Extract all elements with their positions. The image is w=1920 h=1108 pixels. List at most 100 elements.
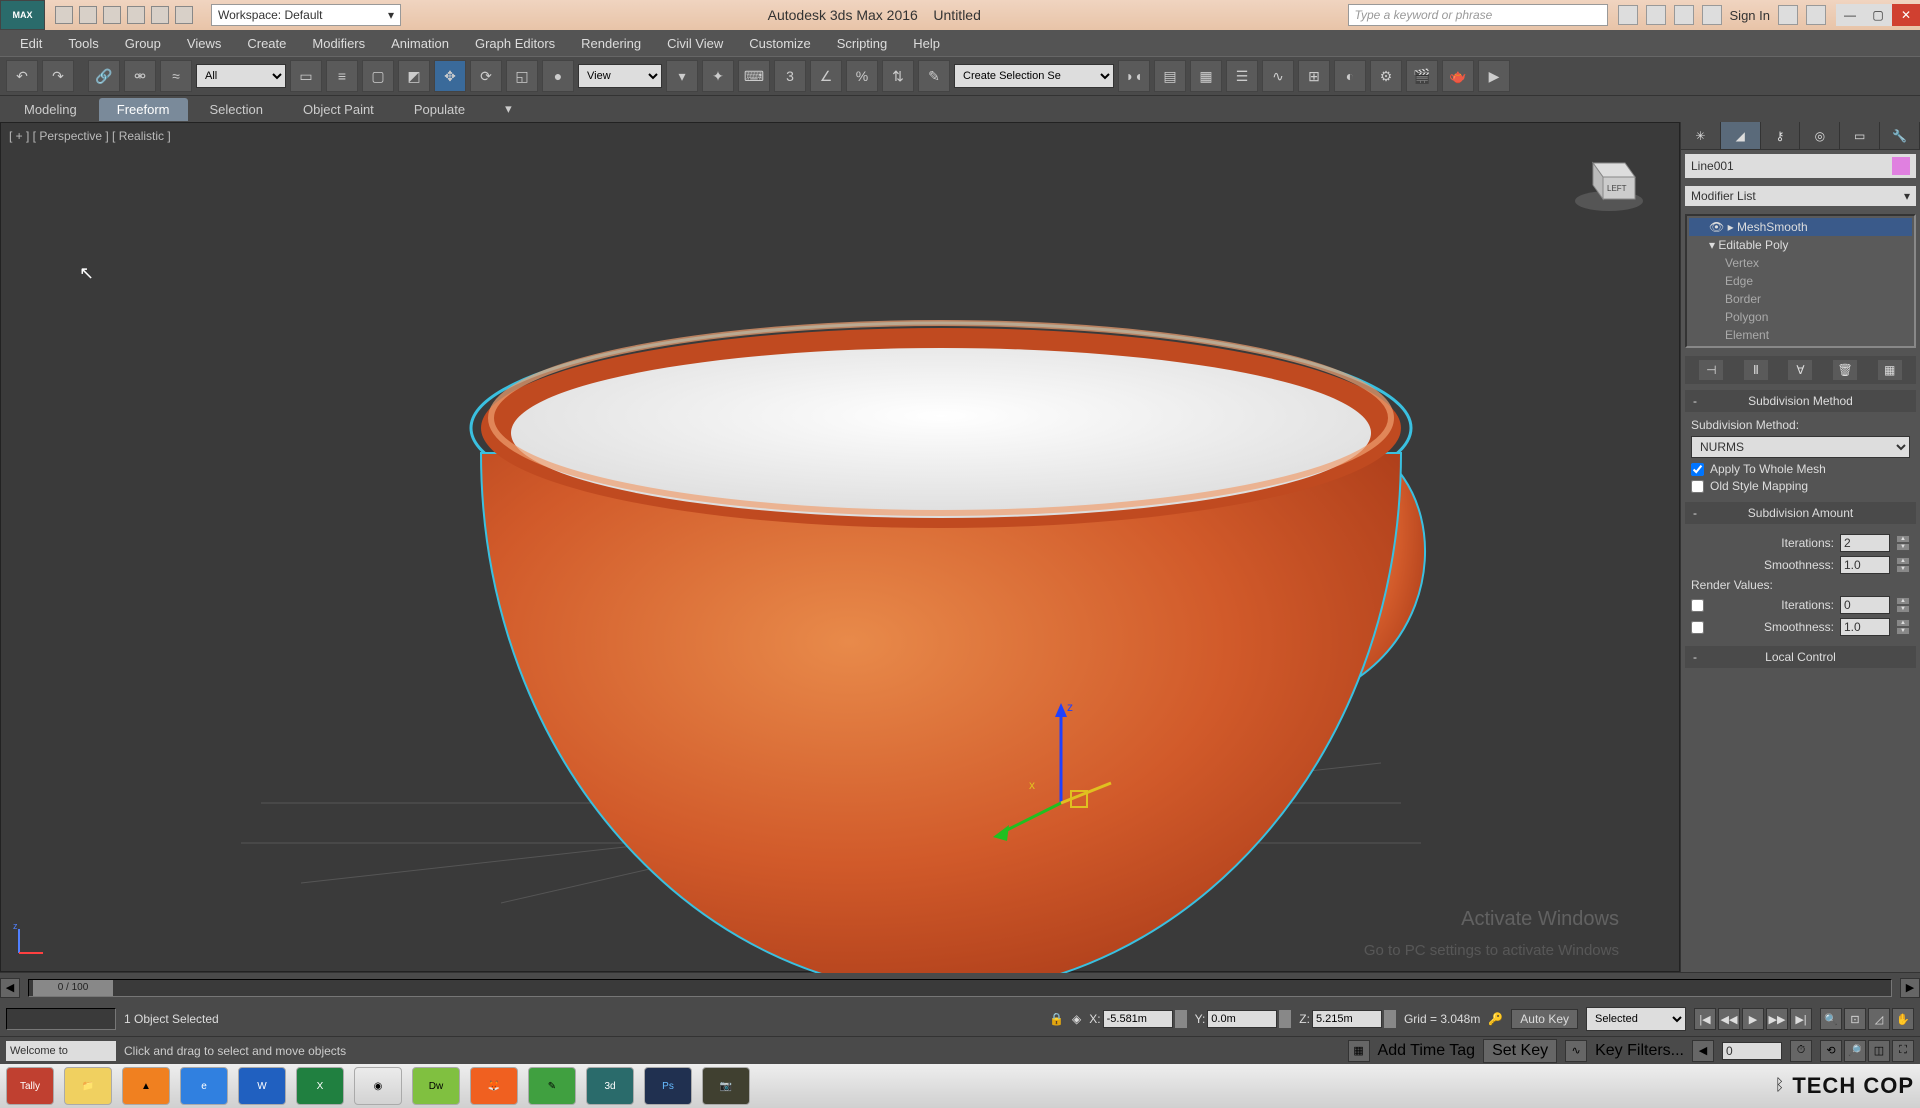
unlink-button[interactable]: ⚮ <box>124 60 156 92</box>
cp-tab-motion-icon[interactable]: ◎ <box>1800 122 1840 149</box>
curve-editor-button[interactable]: ∿ <box>1262 60 1294 92</box>
move-button[interactable]: ✥ <box>434 60 466 92</box>
render-frame-button[interactable]: 🎬 <box>1406 60 1438 92</box>
riter-up-icon[interactable]: ▲ <box>1896 597 1910 605</box>
help-icon[interactable] <box>1806 5 1826 25</box>
close-button[interactable]: ✕ <box>1892 4 1920 26</box>
y-field[interactable] <box>1207 1010 1277 1028</box>
current-frame-field[interactable] <box>1722 1042 1782 1060</box>
mirror-button[interactable]: ◗◖ <box>1118 60 1150 92</box>
snap-3-button[interactable]: 3 <box>774 60 806 92</box>
timeline-slider[interactable]: 0 / 100 <box>28 979 1892 997</box>
model-cup[interactable] <box>1 123 1681 973</box>
render-smooth-checkbox[interactable] <box>1691 621 1704 634</box>
taskbar-photoshop[interactable]: Ps <box>644 1067 692 1105</box>
iterations-field[interactable] <box>1840 534 1890 552</box>
smooth-down-icon[interactable]: ▼ <box>1896 565 1910 573</box>
modifier-stack[interactable]: 👁 ▸ MeshSmooth ▾ Editable Poly Vertex Ed… <box>1685 214 1916 348</box>
play-button[interactable]: ▶ <box>1742 1008 1764 1030</box>
stack-element[interactable]: Element <box>1689 326 1912 344</box>
menu-views[interactable]: Views <box>175 32 233 55</box>
track-tag[interactable] <box>6 1008 116 1030</box>
taskbar-firefox[interactable]: 🦊 <box>470 1067 518 1105</box>
setkey-button[interactable]: Set Key <box>1483 1039 1557 1063</box>
pivot-button[interactable]: ▾ <box>666 60 698 92</box>
qat-new-icon[interactable] <box>55 6 73 24</box>
spinner-snap-button[interactable]: ⇅ <box>882 60 914 92</box>
ref-coord-select[interactable]: View <box>578 64 662 88</box>
taskbar-excel[interactable]: X <box>296 1067 344 1105</box>
nav-zoom2-button[interactable]: 🔎 <box>1844 1040 1866 1062</box>
remove-mod-icon[interactable]: 🗑 <box>1833 360 1857 380</box>
teapot-render-button[interactable]: 🫖 <box>1442 60 1474 92</box>
nav-max-button[interactable]: ⛶ <box>1892 1040 1914 1062</box>
ribbon-objectpaint[interactable]: Object Paint <box>285 98 392 121</box>
subscription-icon[interactable] <box>1618 5 1638 25</box>
frame-back-icon[interactable]: ◀ <box>1692 1040 1714 1062</box>
nav-pan-button[interactable]: ✋ <box>1892 1008 1914 1030</box>
menu-modifiers[interactable]: Modifiers <box>300 32 377 55</box>
key-filter-select[interactable]: Selected <box>1586 1007 1686 1031</box>
rsmooth-up-icon[interactable]: ▲ <box>1896 619 1910 627</box>
smoothness-field[interactable] <box>1840 556 1890 574</box>
stack-border[interactable]: Border <box>1689 290 1912 308</box>
rollout-subdiv-amount[interactable]: Subdivision Amount <box>1685 502 1916 524</box>
menu-grapheditors[interactable]: Graph Editors <box>463 32 567 55</box>
lock-icon[interactable]: 🔒 <box>1049 1012 1064 1026</box>
select-by-name-button[interactable]: ≡ <box>326 60 358 92</box>
add-time-tag[interactable]: Add Time Tag <box>1378 1042 1476 1060</box>
taskbar-word[interactable]: W <box>238 1067 286 1105</box>
stack-editablepoly[interactable]: ▾ Editable Poly <box>1689 236 1912 254</box>
named-selection-select[interactable]: Create Selection Se <box>954 64 1114 88</box>
user-icon[interactable] <box>1702 5 1722 25</box>
menu-create[interactable]: Create <box>235 32 298 55</box>
taskbar-explorer[interactable]: 📁 <box>64 1067 112 1105</box>
goto-end-button[interactable]: ▶| <box>1790 1008 1812 1030</box>
nav-fov-button[interactable]: ◿ <box>1868 1008 1890 1030</box>
angle-snap-button[interactable]: ∠ <box>810 60 842 92</box>
align-button[interactable]: ▤ <box>1154 60 1186 92</box>
key-filters-link[interactable]: Key Filters... <box>1595 1042 1684 1060</box>
menu-animation[interactable]: Animation <box>379 32 461 55</box>
pin-stack-icon[interactable]: ⊣ <box>1699 360 1723 380</box>
menu-help[interactable]: Help <box>901 32 952 55</box>
cp-tab-display-icon[interactable]: ▭ <box>1840 122 1880 149</box>
viewcube[interactable]: LEFT <box>1569 143 1649 223</box>
taskbar-dreamweaver[interactable]: Dw <box>412 1067 460 1105</box>
rotate-button[interactable]: ⟳ <box>470 60 502 92</box>
menu-group[interactable]: Group <box>113 32 173 55</box>
render-setup-button[interactable]: ⚙ <box>1370 60 1402 92</box>
toggle-icon[interactable] <box>1778 5 1798 25</box>
render-button[interactable]: ▶ <box>1478 60 1510 92</box>
link-button[interactable]: 🔗 <box>88 60 120 92</box>
edit-selection-button[interactable]: ✎ <box>918 60 950 92</box>
next-frame-button[interactable]: ▶▶ <box>1766 1008 1788 1030</box>
z-field[interactable] <box>1312 1010 1382 1028</box>
rsmooth-down-icon[interactable]: ▼ <box>1896 627 1910 635</box>
menu-scripting[interactable]: Scripting <box>825 32 900 55</box>
render-iter-checkbox[interactable] <box>1691 599 1704 612</box>
taskbar-3dsmax[interactable]: 3d <box>586 1067 634 1105</box>
qat-project-icon[interactable] <box>175 6 193 24</box>
stack-meshsmooth[interactable]: 👁 ▸ MeshSmooth <box>1689 218 1912 236</box>
show-end-icon[interactable]: Ⅱ <box>1744 360 1768 380</box>
search-input[interactable]: Type a keyword or phrase <box>1348 4 1608 26</box>
placement-button[interactable]: ● <box>542 60 574 92</box>
y-spin[interactable] <box>1279 1010 1291 1028</box>
scene-explorer-button[interactable]: ☰ <box>1226 60 1258 92</box>
old-style-checkbox[interactable] <box>1691 480 1704 493</box>
modifier-list-select[interactable]: Modifier List▾ <box>1685 186 1916 206</box>
taskbar-ie[interactable]: e <box>180 1067 228 1105</box>
taskbar-camera[interactable]: 📷 <box>702 1067 750 1105</box>
timeline-prev[interactable]: ◀ <box>0 978 20 998</box>
render-smooth-field[interactable] <box>1840 618 1890 636</box>
iter-down-icon[interactable]: ▼ <box>1896 543 1910 551</box>
ribbon-modeling[interactable]: Modeling <box>6 98 95 121</box>
goto-start-button[interactable]: |◀ <box>1694 1008 1716 1030</box>
time-config-icon[interactable]: ⏱ <box>1790 1040 1812 1062</box>
cp-tab-create-icon[interactable]: ✳ <box>1681 122 1721 149</box>
taskbar-corel[interactable]: ✎ <box>528 1067 576 1105</box>
nav-orbit-button[interactable]: ⟲ <box>1820 1040 1842 1062</box>
nav-zoomall-button[interactable]: ⊡ <box>1844 1008 1866 1030</box>
rollout-subdiv-method[interactable]: Subdivision Method <box>1685 390 1916 412</box>
